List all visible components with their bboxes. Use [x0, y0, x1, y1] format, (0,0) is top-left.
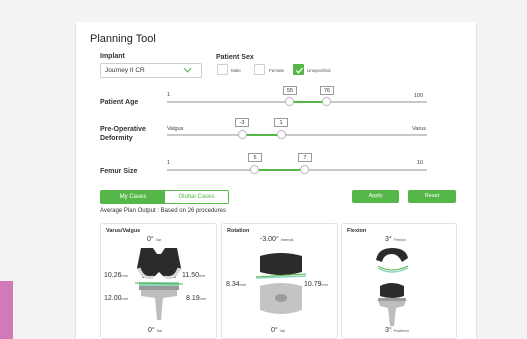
- planning-tool-card: Planning Tool Implant Journey II CR Pati…: [75, 22, 477, 339]
- rotation-implant-icon: [256, 253, 306, 314]
- case-scope-tabs: My Cases Global Cases: [100, 190, 229, 204]
- deformity-high-handle[interactable]: [277, 130, 286, 139]
- chevron-down-icon: [183, 67, 192, 73]
- deformity-min-label: Valgus: [167, 126, 184, 132]
- reset-button[interactable]: Reset: [408, 190, 456, 203]
- rot-right-unit: mm: [321, 283, 328, 287]
- tab-my-cases[interactable]: My Cases: [101, 191, 165, 203]
- implant-select-value: Journey II CR: [105, 67, 145, 74]
- flex-bottom-unit: Posterior: [393, 329, 409, 333]
- deformity-slider-range: [243, 134, 281, 136]
- varus-valgus-panel: Varus/Valgus 0° Var 10.26mm 11.50mm 12.0…: [100, 223, 217, 339]
- rot-bottom-unit: Val: [279, 329, 285, 333]
- vv-left-top-unit: mm: [121, 274, 128, 278]
- femur-low-handle[interactable]: [250, 165, 259, 174]
- vv-left-bottom-unit: mm: [121, 297, 128, 301]
- age-high-handle[interactable]: [322, 97, 331, 106]
- flexion-panel: Flexion 3° Flexion 3° Posterior: [341, 223, 457, 339]
- age-max-label: 100: [414, 93, 424, 99]
- male-checkbox[interactable]: [217, 64, 228, 75]
- deformity-slider-track[interactable]: [167, 134, 427, 136]
- vv-bottom-angle: 0°: [148, 327, 155, 334]
- femur-min-label: 1: [167, 160, 171, 166]
- femur-max-label: 10: [417, 160, 424, 166]
- apply-button[interactable]: Apply: [352, 190, 399, 203]
- female-checkbox[interactable]: [254, 64, 265, 75]
- vv-right-bottom-value: 8.19: [186, 295, 200, 302]
- rot-top-unit: Internal: [280, 238, 294, 242]
- flexion-side-bottom-icon: [378, 283, 406, 326]
- age-high-value: 76: [320, 86, 334, 95]
- age-min-label: 1: [167, 92, 171, 98]
- vv-right-bottom-unit: mm: [199, 297, 206, 301]
- implant-label: Implant: [100, 53, 125, 60]
- femur-high-handle[interactable]: [300, 165, 309, 174]
- vv-left-top-value: 10.26: [104, 272, 122, 279]
- femur-slider-range: [255, 169, 305, 171]
- side-accent-strip: [0, 281, 13, 339]
- vv-right-top-value: 11.50: [182, 272, 199, 279]
- rot-left-value: 8.34: [226, 281, 240, 288]
- femur-size-label: Femur Size: [100, 168, 138, 175]
- vv-right-top-unit: mm: [199, 274, 206, 278]
- flex-top-unit: Flexion: [393, 238, 406, 242]
- rot-bottom-angle: 0°: [271, 327, 278, 334]
- flex-top-angle: 3°: [385, 236, 392, 243]
- femur-high-value: 7: [298, 153, 312, 162]
- deformity-low-value: -3: [235, 118, 249, 127]
- deformity-low-handle[interactable]: [238, 130, 247, 139]
- vv-top-angle: 0°: [147, 236, 154, 243]
- flexion-side-top-icon: [376, 248, 409, 273]
- tab-global-cases[interactable]: Global Cases: [165, 191, 228, 203]
- rotation-panel: Rotation -3.00° Internal 8.34mm 10.79mm …: [221, 223, 338, 339]
- femur-tibia-front-icon: [134, 248, 184, 320]
- rot-left-unit: mm: [239, 283, 246, 287]
- deformity-label-line2: Deformity: [100, 135, 133, 142]
- average-plan-output: Average Plan Output : Based on 26 proced…: [100, 208, 226, 214]
- panel-title: Flexion: [347, 228, 367, 234]
- checkmark-icon: [296, 67, 303, 74]
- patient-age-label: Patient Age: [100, 99, 139, 106]
- panel-title: Rotation: [227, 228, 250, 234]
- patient-sex-label: Patient Sex: [216, 54, 254, 61]
- vv-left-bottom-value: 12.00: [104, 295, 122, 302]
- flex-bottom-angle: 3°: [385, 327, 392, 334]
- unspecified-label: Unspecified: [307, 68, 331, 73]
- implant-select[interactable]: Journey II CR: [100, 63, 202, 78]
- vv-top-unit: Var: [155, 238, 162, 242]
- rot-right-value: 10.79: [304, 281, 322, 288]
- deformity-high-value: 1: [274, 118, 288, 127]
- panel-title: Varus/Valgus: [106, 228, 141, 234]
- vv-bottom-unit: Var: [156, 329, 163, 333]
- age-low-handle[interactable]: [285, 97, 294, 106]
- female-label: Female: [269, 68, 285, 73]
- rot-top-angle: -3.00°: [260, 236, 279, 243]
- femur-low-value: 5: [248, 153, 262, 162]
- deformity-max-label: Varus: [412, 126, 426, 132]
- unspecified-checkbox[interactable]: [293, 64, 304, 75]
- male-label: Male: [231, 68, 241, 73]
- age-low-value: 55: [283, 86, 297, 95]
- page-title: Planning Tool: [90, 33, 156, 45]
- deformity-label-line1: Pre-Operative: [100, 126, 146, 133]
